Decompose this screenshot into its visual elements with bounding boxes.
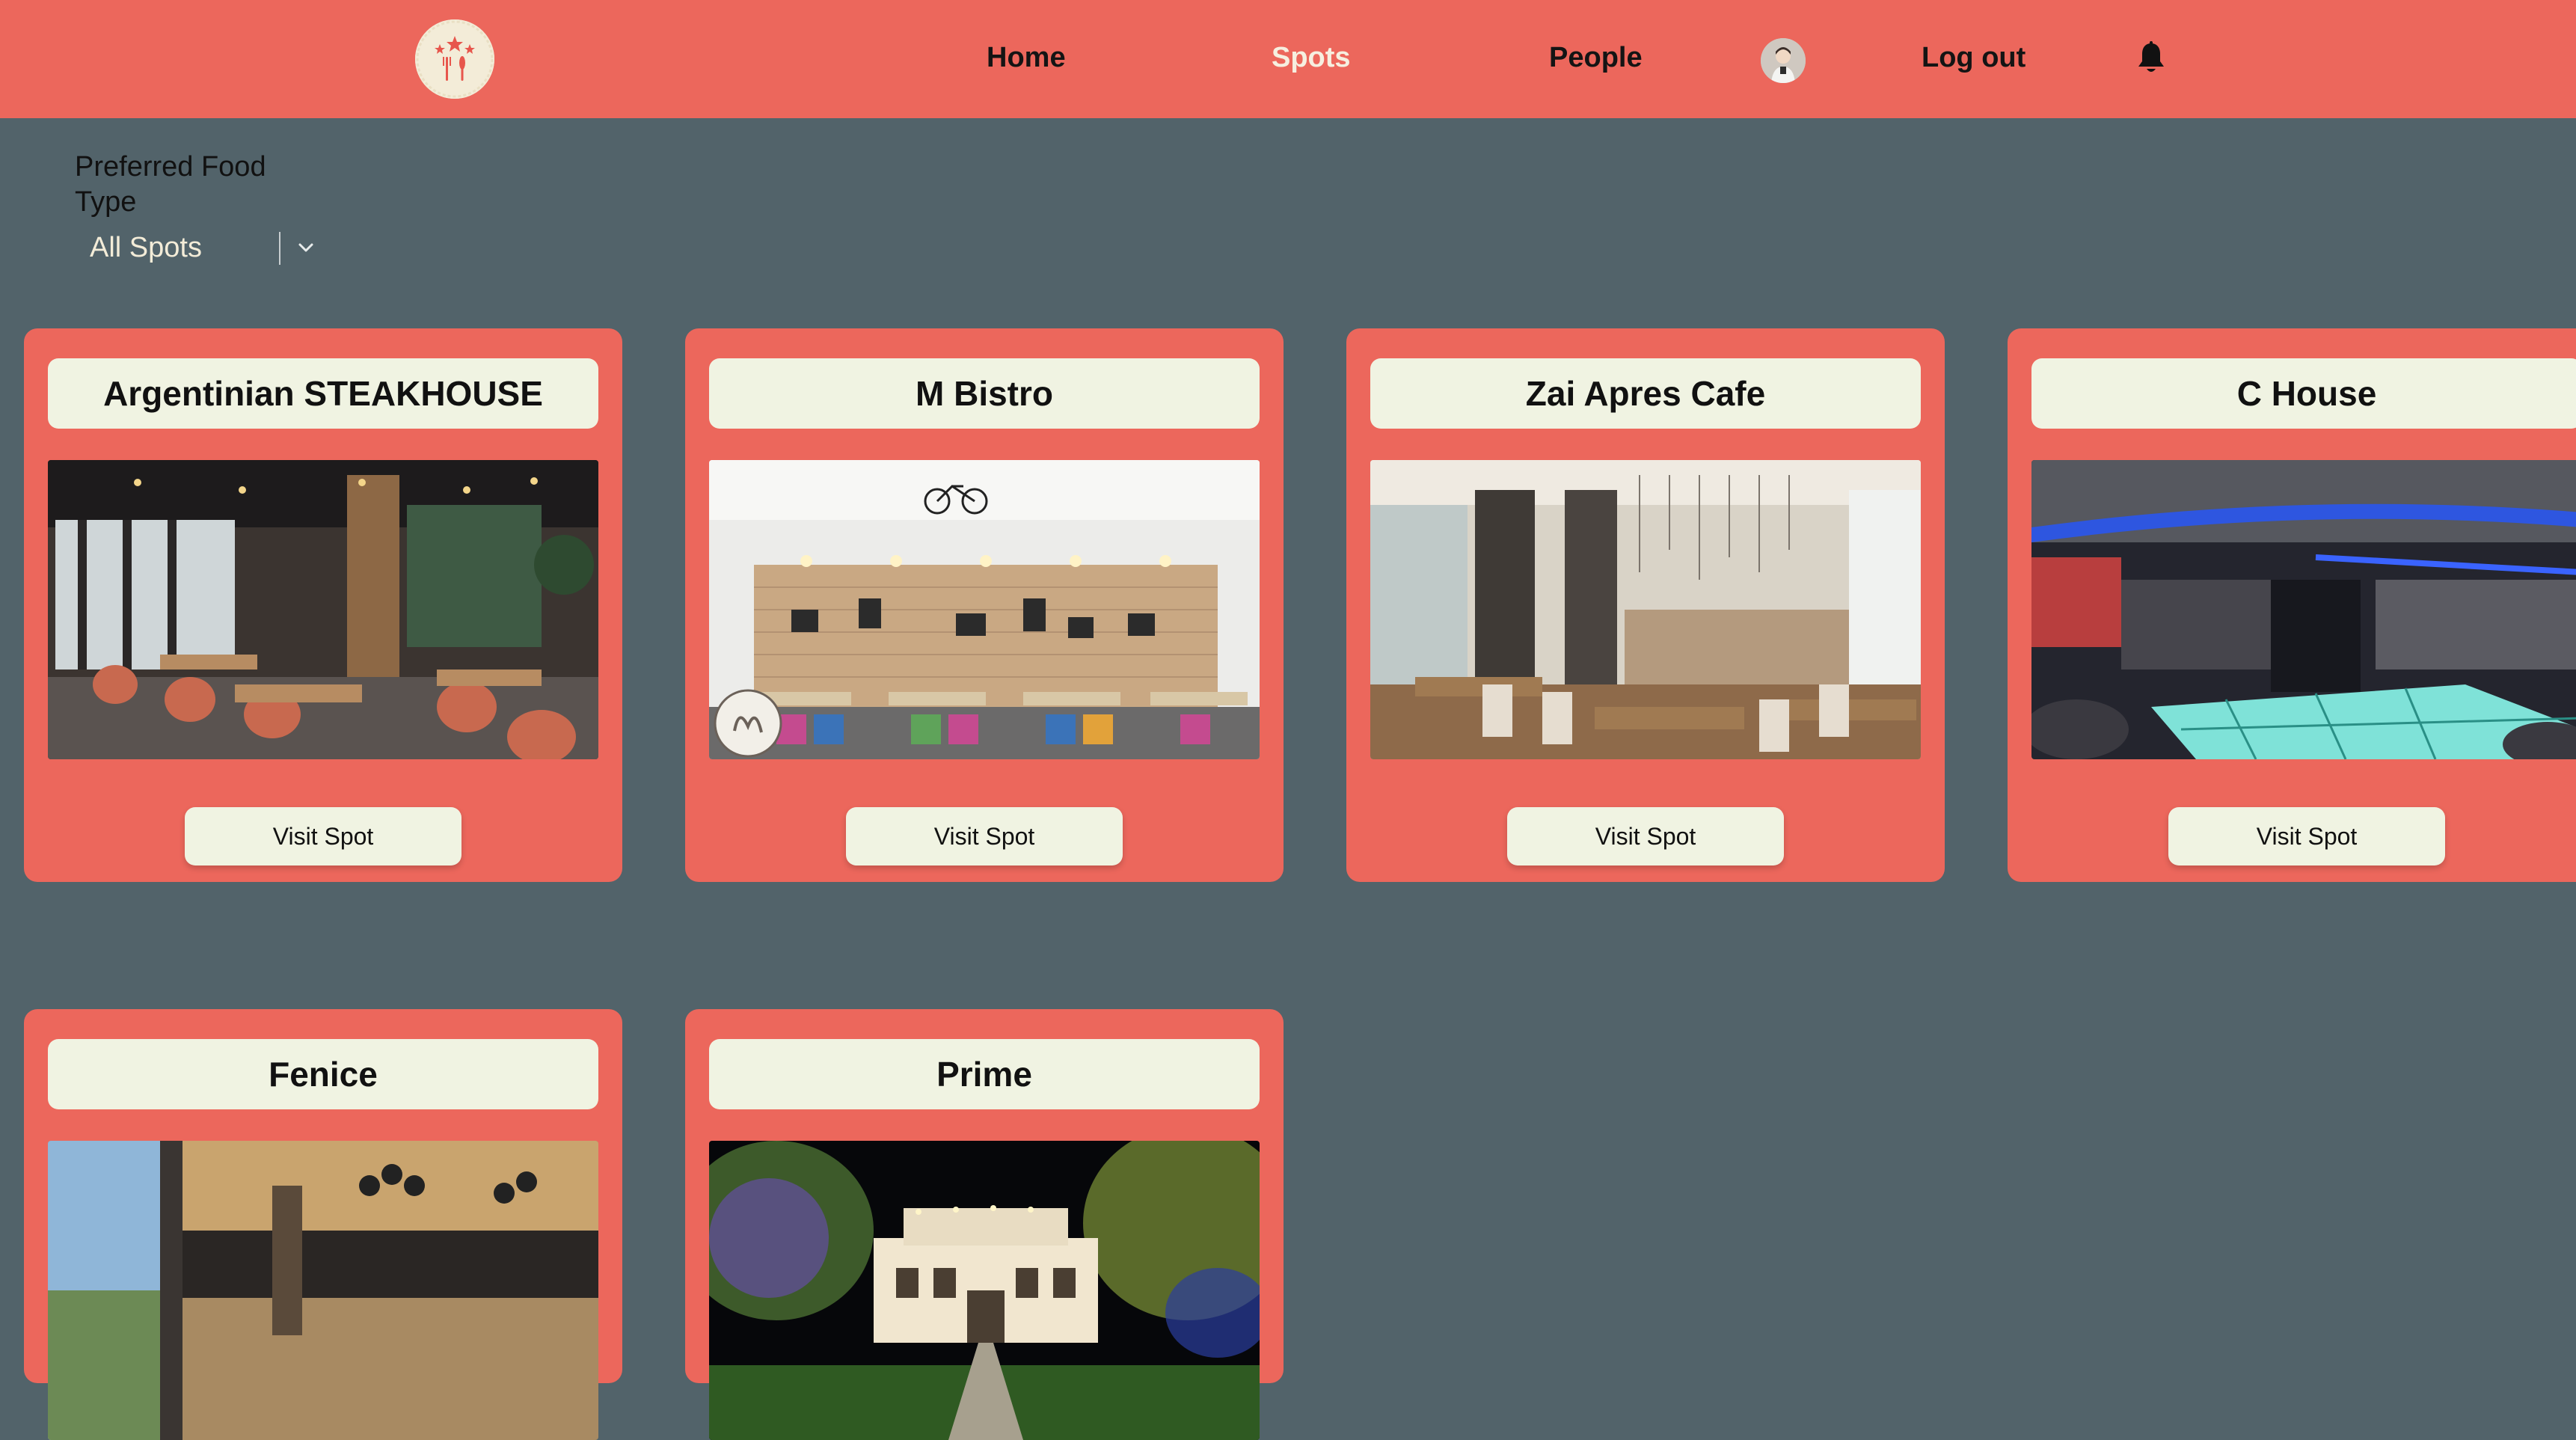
spot-card: Fenice (24, 1009, 622, 1440)
spot-photo (1370, 460, 1921, 759)
spot-card: Prime (685, 1009, 1284, 1440)
spot-name: Zai Apres Cafe (1525, 374, 1766, 413)
spot-name-label: Zai Apres Cafe (1370, 358, 1921, 429)
spot-card: Zai Apres Cafe Visit Spot (1346, 328, 1945, 882)
food-type-filter-label: Preferred Food Type (75, 151, 266, 218)
logout-link[interactable]: Log out (1922, 42, 2025, 74)
spot-photo (709, 460, 1260, 759)
spot-name: Prime (936, 1055, 1032, 1094)
chevron-down-icon[interactable] (295, 236, 317, 259)
spot-card: C House Visit Spot (2008, 328, 2576, 882)
food-type-selected-value: All Spots (90, 232, 202, 263)
spot-photo (48, 460, 598, 759)
visit-spot-button[interactable]: Visit Spot (185, 807, 461, 865)
nav-people-link[interactable]: People (1549, 42, 1643, 74)
spot-photo (2031, 460, 2576, 759)
select-divider (279, 232, 280, 265)
spot-name-label: Fenice (48, 1039, 598, 1109)
spot-name-label: Argentinian STEAKHOUSE (48, 358, 598, 429)
restaurant-logo-icon[interactable] (415, 19, 494, 99)
food-type-select[interactable]: All Spots (75, 224, 329, 274)
spot-card: M Bistro Visit Spot (685, 328, 1284, 882)
spot-photo (48, 1141, 598, 1440)
bell-icon[interactable] (2135, 40, 2168, 76)
spot-name: Fenice (269, 1055, 378, 1094)
top-nav-bar: Home Spots People Log out (0, 0, 2576, 118)
nav-home-link[interactable]: Home (987, 42, 1066, 74)
spot-photo (709, 1141, 1260, 1440)
visit-spot-button[interactable]: Visit Spot (1507, 807, 1784, 865)
nav-spots-link[interactable]: Spots (1272, 42, 1351, 74)
spot-name-label: Prime (709, 1039, 1260, 1109)
spot-card: Argentinian STEAKHOUSE Visit Spot (24, 328, 622, 882)
visit-spot-button[interactable]: Visit Spot (846, 807, 1123, 865)
spot-name-label: C House (2031, 358, 2576, 429)
spot-name: Argentinian STEAKHOUSE (103, 374, 543, 413)
spot-name: M Bistro (916, 374, 1053, 413)
spot-name: C House (2236, 374, 2377, 413)
spot-name-label: M Bistro (709, 358, 1260, 429)
visit-spot-button[interactable]: Visit Spot (2168, 807, 2445, 865)
user-avatar[interactable] (1761, 38, 1806, 83)
